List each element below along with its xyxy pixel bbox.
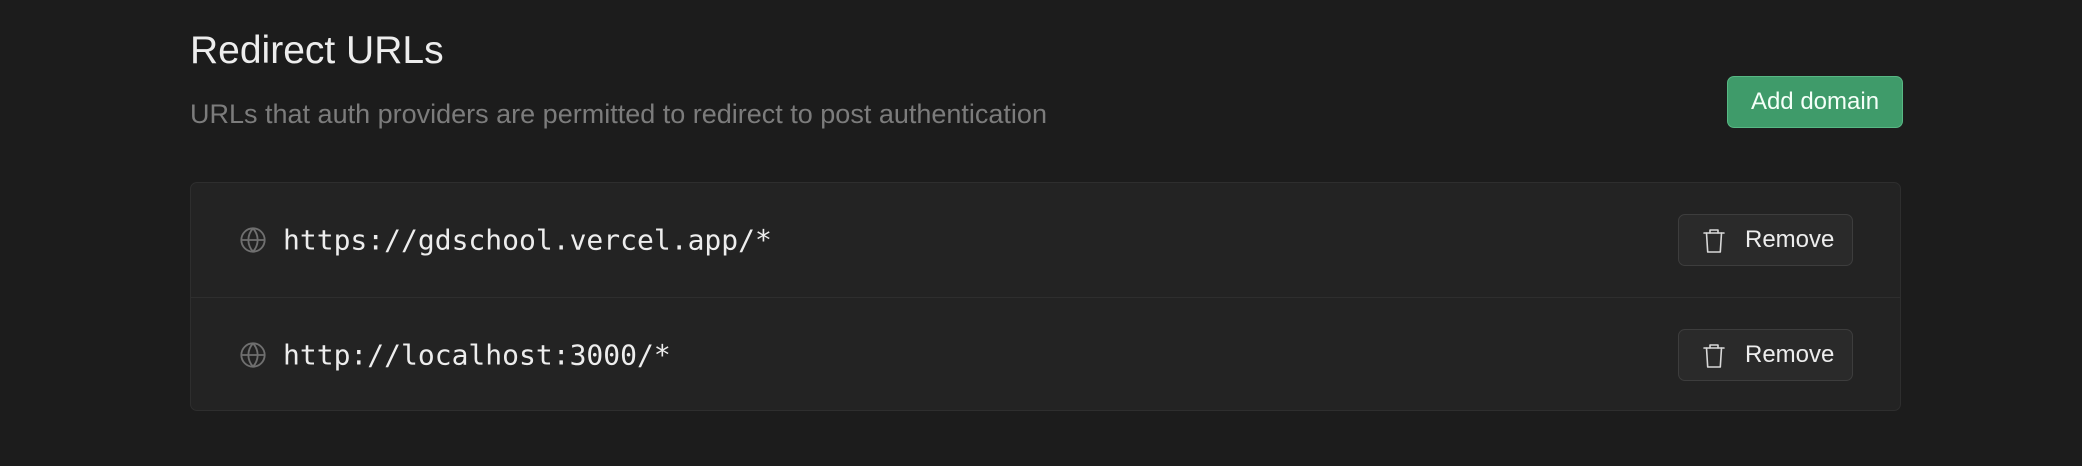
redirect-url-row: https://gdschool.vercel.app/* Remove: [191, 183, 1900, 297]
redirect-url-text: http://localhost:3000/*: [283, 338, 671, 371]
globe-icon: [240, 227, 266, 253]
redirect-urls-page: Redirect URLs URLs that auth providers a…: [0, 0, 2082, 466]
section-header: Redirect URLs URLs that auth providers a…: [190, 26, 1903, 136]
section-description: URLs that auth providers are permitted t…: [190, 99, 1047, 129]
remove-button-label: Remove: [1745, 340, 1835, 368]
redirect-url-text: https://gdschool.vercel.app/*: [283, 223, 772, 257]
add-domain-button[interactable]: Add domain: [1727, 76, 1903, 128]
page-title: Redirect URLs: [190, 29, 444, 72]
remove-button[interactable]: Remove: [1678, 214, 1853, 266]
redirect-url-list: https://gdschool.vercel.app/* Remove htt…: [190, 182, 1901, 411]
redirect-url-row: http://localhost:3000/* Remove: [191, 297, 1900, 410]
trash-icon: [1703, 343, 1725, 368]
remove-button[interactable]: Remove: [1678, 328, 1853, 381]
remove-button-label: Remove: [1745, 226, 1835, 253]
trash-icon: [1703, 229, 1725, 253]
globe-icon: [240, 341, 266, 368]
